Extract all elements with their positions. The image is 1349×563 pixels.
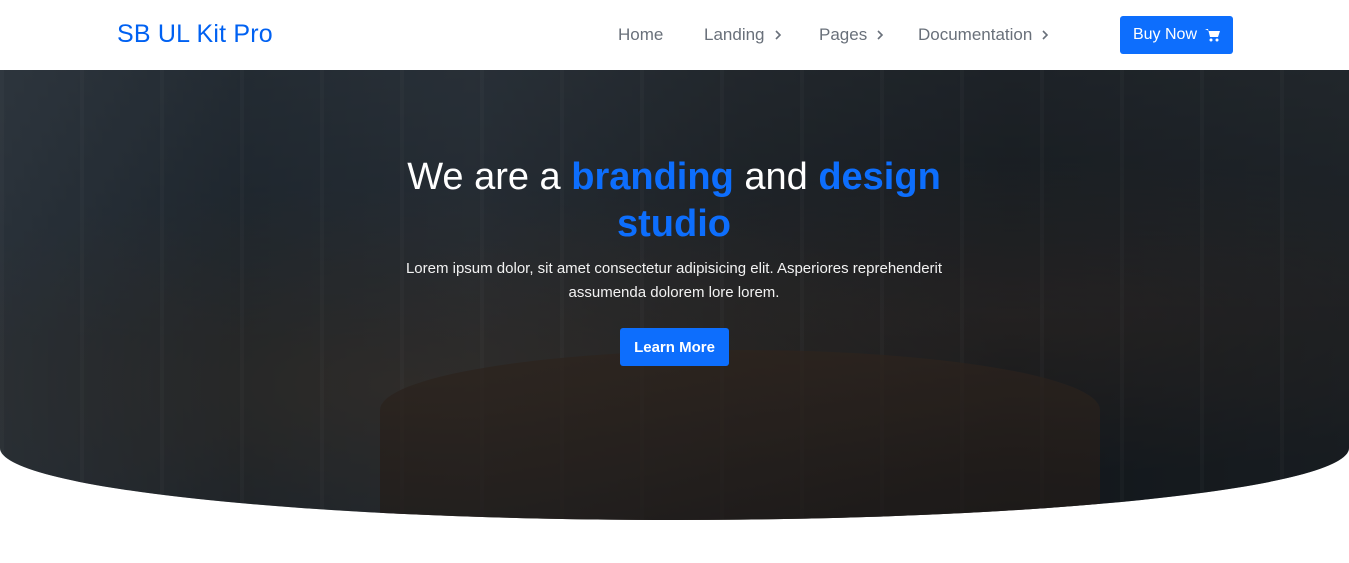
nav-pages-label: Pages bbox=[819, 25, 868, 44]
headline-text: We are a bbox=[407, 156, 572, 198]
nav-landing[interactable]: Landing bbox=[704, 25, 783, 45]
chevron-right-icon bbox=[774, 30, 781, 40]
nav-documentation-label: Documentation bbox=[918, 25, 1033, 44]
nav-home[interactable]: Home bbox=[618, 25, 663, 45]
hero-section: We are a branding and design studio Lore… bbox=[0, 70, 1349, 520]
nav-pages[interactable]: Pages bbox=[819, 25, 885, 45]
buy-now-label: Buy Now bbox=[1132, 26, 1198, 43]
nav-home-label: Home bbox=[618, 25, 664, 44]
top-navbar: SB UL Kit Pro Home Landing Pages Documen… bbox=[0, 0, 1349, 70]
chevron-right-icon bbox=[1042, 30, 1049, 40]
brand-logo-link[interactable]: SB UL Kit Pro bbox=[117, 20, 273, 49]
chevron-right-icon bbox=[877, 30, 884, 40]
learn-more-button[interactable]: Learn More bbox=[620, 328, 729, 366]
nav-documentation[interactable]: Documentation bbox=[918, 25, 1050, 45]
headline-highlight-branding: branding bbox=[571, 156, 734, 198]
nav-landing-label: Landing bbox=[704, 25, 765, 44]
headline-text: and bbox=[733, 156, 819, 198]
hero-headline: We are a branding and design studio bbox=[374, 154, 974, 248]
hero-subtext: Lorem ipsum dolor, sit amet consectetur … bbox=[405, 260, 943, 301]
cart-icon bbox=[1205, 29, 1221, 42]
buy-now-button[interactable]: Buy Now bbox=[1120, 16, 1233, 54]
